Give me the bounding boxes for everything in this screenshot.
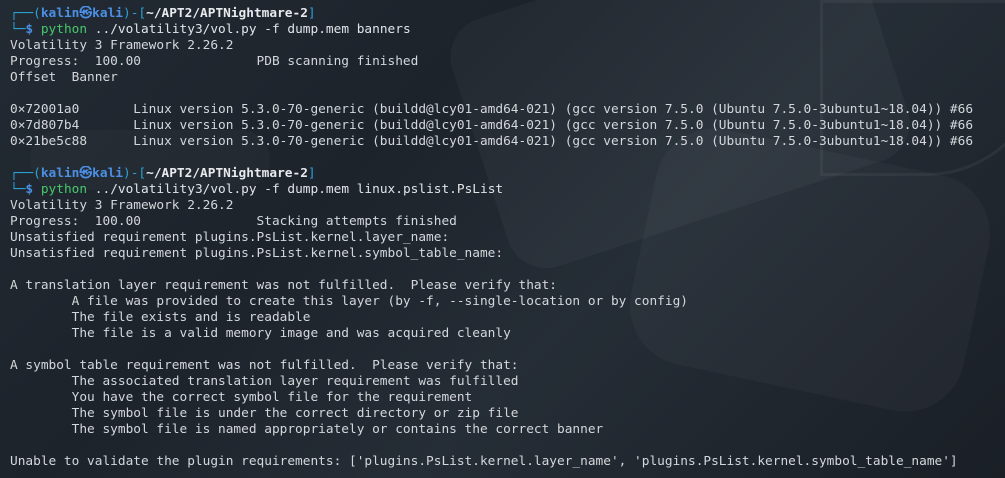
banner-row: 0×21be5c88 Linux version 5.3.0-70-generi…	[10, 134, 974, 149]
output-line: You have the correct symbol file for the…	[10, 390, 473, 405]
prompt-directory: ~/APT2/APTNightmare-2	[146, 166, 308, 181]
command-line: └─$ python ../volatility3/vol.py -f dump…	[10, 22, 411, 37]
output-line: Volatility 3 Framework 2.26.2	[10, 38, 234, 53]
output-line: Unsatisfied requirement plugins.PsList.k…	[10, 246, 504, 261]
command-arguments: ../volatility3/vol.py -f dump.mem banner…	[87, 22, 411, 37]
output-line: The file exists and is readable	[10, 310, 311, 325]
output-line: The symbol file is under the correct dir…	[10, 406, 519, 421]
output-line: Offset Banner	[10, 70, 118, 85]
error-message: Unable to validate the plugin requiremen…	[10, 454, 958, 469]
output-line: A symbol table requirement was not fulfi…	[10, 358, 519, 373]
banner-row: 0×72001a0 Linux version 5.3.0-70-generic…	[10, 102, 974, 117]
output-line: Volatility 3 Framework 2.26.2	[10, 198, 234, 213]
output-line: Unsatisfied requirement plugins.PsList.k…	[10, 230, 450, 245]
terminal-output[interactable]: ┌──(kalin㉿kali)-[~/APT2/APTNightmare-2] …	[10, 6, 1005, 470]
prompt-host: kali	[92, 6, 123, 21]
prompt-host: kali	[92, 166, 123, 181]
prompt-directory: ~/APT2/APTNightmare-2	[146, 6, 308, 21]
shell-prompt: ┌──(kalin㉿kali)-[~/APT2/APTNightmare-2]	[10, 6, 316, 21]
command-line: └─$ python ../volatility3/vol.py -f dump…	[10, 182, 504, 197]
terminal-window[interactable]: ┌──(kalin㉿kali)-[~/APT2/APTNightmare-2] …	[0, 0, 1005, 478]
output-line: Progress: 100.00 PDB scanning finished	[10, 54, 419, 69]
output-line: Progress: 100.00 Stacking attempts finis…	[10, 214, 457, 229]
prompt-user: kalin	[40, 166, 80, 181]
command-binary: python	[40, 22, 88, 37]
command-binary: python	[40, 182, 88, 197]
shell-prompt: ┌──(kalin㉿kali)-[~/APT2/APTNightmare-2]	[10, 166, 316, 181]
banner-row: 0×7d807b4 Linux version 5.3.0-70-generic…	[10, 118, 974, 133]
output-line: The file is a valid memory image and was…	[10, 326, 511, 341]
output-line: A translation layer requirement was not …	[10, 278, 558, 293]
output-line: The associated translation layer require…	[10, 374, 519, 389]
prompt-user: kalin	[40, 6, 80, 21]
command-arguments: ../volatility3/vol.py -f dump.mem linux.…	[87, 182, 504, 197]
output-line: The symbol file is named appropriately o…	[10, 422, 604, 437]
output-line: A file was provided to create this layer…	[10, 294, 688, 309]
